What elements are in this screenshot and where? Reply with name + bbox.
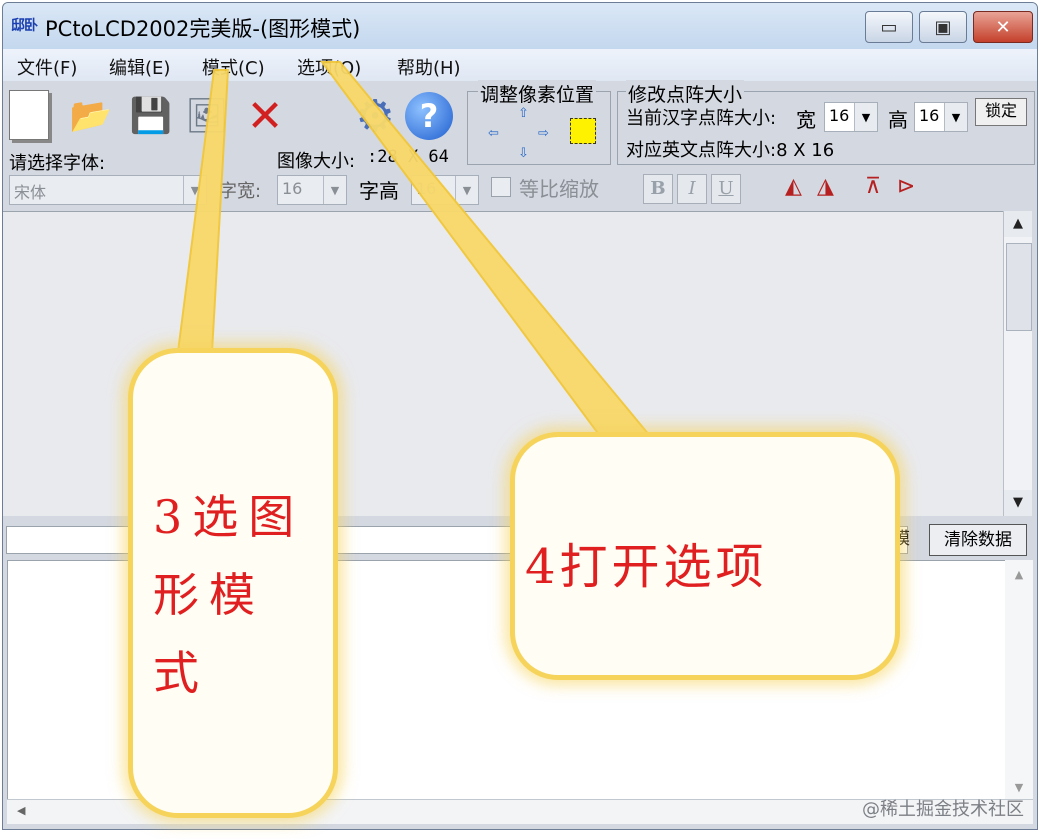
scroll-thumb[interactable]: [1006, 243, 1032, 331]
matrix-size-title: 修改点阵大小: [626, 80, 745, 107]
chevron-down-icon: ▼: [183, 176, 206, 204]
char-height-label: 字高: [359, 179, 399, 203]
image-size-value: :28 X 64: [367, 147, 449, 167]
chevron-down-icon: ▼: [944, 103, 967, 131]
font-select-label: 请选择字体:: [9, 153, 106, 174]
char-width-value: 16: [282, 179, 303, 198]
menu-mode[interactable]: 模式(C): [202, 54, 265, 80]
shift-down-icon[interactable]: ⇩: [518, 146, 529, 161]
width-value: 16: [829, 106, 850, 125]
shift-up-icon[interactable]: ⇧: [518, 106, 529, 121]
flip-vertical-icon[interactable]: ⊼: [865, 174, 881, 199]
save-icon[interactable]: 💾: [125, 89, 177, 143]
scroll-down-icon[interactable]: ▼: [1005, 781, 1033, 794]
settings-gear-icon[interactable]: ⚙: [349, 89, 401, 143]
open-folder-icon[interactable]: 📂: [65, 89, 117, 143]
shift-right-icon[interactable]: ⇨: [538, 126, 549, 141]
canvas-scrollbar[interactable]: ▲ ▼: [1003, 211, 1032, 516]
scale-checkbox[interactable]: [491, 177, 511, 197]
char-width-select[interactable]: 16 ▼: [277, 175, 347, 205]
output-scrollbar[interactable]: ▲ ▼: [1005, 560, 1033, 800]
image-size-label: 图像大小:: [277, 151, 356, 172]
callout-step3-text: 3选图形模式: [153, 490, 305, 700]
width-label: 宽: [796, 108, 816, 132]
help-icon[interactable]: ?: [405, 92, 453, 140]
pixel-position-title: 调整像素位置: [478, 80, 597, 107]
new-file-icon[interactable]: [9, 90, 49, 140]
close-button[interactable]: ✕: [973, 11, 1033, 43]
scroll-left-icon[interactable]: ◀: [17, 804, 25, 817]
scroll-up-icon[interactable]: ▲: [1005, 560, 1033, 581]
app-icon: 邸卧: [11, 18, 38, 34]
lock-button[interactable]: 锁定: [975, 98, 1027, 126]
menu-file[interactable]: 文件(F): [17, 54, 77, 80]
height-select[interactable]: 16 ▼: [914, 102, 968, 132]
en-size-label: 对应英文点阵大小:8 X 16: [626, 140, 835, 161]
window-title: PCtoLCD2002完美版-(图形模式): [45, 17, 361, 41]
flip-horizontal-icon[interactable]: ⊳: [897, 174, 915, 199]
callout-step3: 3选图形模式: [128, 348, 338, 818]
toolbar: 📂 💾 🖼 ✕ ⚙ ? 调整像素位置 ⇧ ⇦ ⇨ ⇩ 修改点阵大小 当前汉字点阵…: [3, 80, 1037, 211]
italic-button[interactable]: I: [677, 174, 707, 204]
pixel-position-group: 调整像素位置 ⇧ ⇦ ⇨ ⇩: [467, 80, 611, 165]
matrix-size-group: 修改点阵大小 当前汉字点阵大小: 宽 16 ▼ 高 16 ▼ 对应英文点阵大小:8 …: [617, 80, 1035, 165]
underline-button[interactable]: U: [711, 174, 741, 204]
title-bar[interactable]: 邸卧 PCtoLCD2002完美版-(图形模式) ▭ ▣ ✕: [3, 3, 1037, 49]
menu-bar: 文件(F) 编辑(E) 模式(C) 选项(O) 帮助(H): [3, 49, 1037, 82]
callout-step4: 4打开选项: [510, 432, 900, 680]
scroll-up-icon[interactable]: ▲: [1004, 211, 1032, 237]
callout-step4-text: 4打开选项: [525, 539, 768, 595]
rotate-right-icon[interactable]: ◮: [817, 174, 834, 199]
scale-label: 等比缩放: [519, 177, 599, 201]
clear-data-button[interactable]: 清除数据: [929, 524, 1027, 556]
font-value: 宋体: [14, 183, 47, 202]
chevron-down-icon: ▼: [854, 103, 877, 131]
current-cn-label: 当前汉字点阵大小:: [626, 108, 777, 129]
menu-help[interactable]: 帮助(H): [397, 54, 461, 80]
font-select[interactable]: 宋体 ▼: [9, 175, 207, 205]
delete-icon[interactable]: ✕: [239, 89, 291, 143]
rotate-left-icon[interactable]: ◭: [785, 174, 802, 199]
height-value: 16: [919, 106, 940, 125]
height-label: 高: [888, 108, 908, 132]
watermark: @稀土掘金技术社区: [862, 799, 1024, 820]
center-icon[interactable]: [570, 118, 596, 144]
width-select[interactable]: 16 ▼: [824, 102, 878, 132]
char-height-select[interactable]: 16 ▼: [411, 175, 479, 205]
scroll-down-icon[interactable]: ▼: [1004, 490, 1032, 516]
minimize-button[interactable]: ▭: [865, 11, 913, 43]
chevron-down-icon: ▼: [455, 176, 478, 204]
menu-options[interactable]: 选项(O): [297, 54, 361, 80]
shift-left-icon[interactable]: ⇦: [488, 126, 499, 141]
import-icon[interactable]: 🖼: [181, 89, 233, 143]
maximize-button[interactable]: ▣: [919, 11, 967, 43]
menu-edit[interactable]: 编辑(E): [109, 54, 170, 80]
char-height-value: 16: [416, 179, 437, 198]
chevron-down-icon: ▼: [323, 176, 346, 204]
char-width-label: 字宽:: [219, 181, 262, 202]
bold-button[interactable]: B: [643, 174, 673, 204]
